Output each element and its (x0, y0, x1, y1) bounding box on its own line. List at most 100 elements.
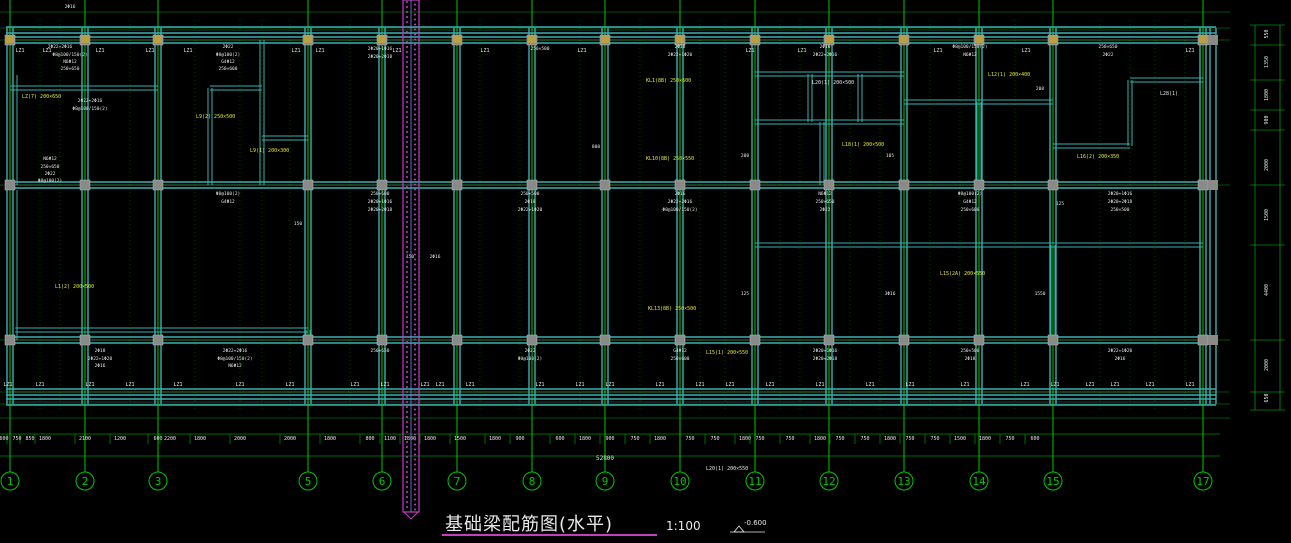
joint-dot (406, 451, 408, 453)
lz1-label-bottom: LZ1 (435, 382, 444, 388)
dimension-text-right: 900 (1264, 115, 1270, 124)
axis-bubble-label: 10 (673, 475, 686, 488)
joint-dot (406, 216, 408, 218)
column-top (601, 35, 609, 43)
joint-dot (406, 506, 408, 508)
lz1-label-top: LZ1 (1185, 48, 1194, 54)
joint-dot (414, 393, 416, 396)
beam-label: KL13(8B) 250×500 (648, 306, 696, 312)
joint-dot (414, 458, 416, 461)
dimension-text-right: 1500 (1264, 209, 1270, 221)
joint-dot (414, 233, 416, 236)
joint-dot (414, 373, 416, 376)
dimension-text-bottom: 750 (930, 436, 939, 442)
column-top (81, 35, 89, 43)
joint-dot (406, 251, 408, 253)
joint-dot (406, 341, 408, 343)
joint-dot (414, 213, 416, 216)
joint-dot (414, 498, 416, 501)
rebar-note: 250×650 (1099, 44, 1118, 50)
joint-dot (406, 286, 408, 288)
joint-dot (414, 98, 416, 101)
joint-dot (406, 31, 408, 33)
rebar-note: 250×650 (816, 199, 835, 205)
dimension-text-bottom: 1500 (454, 436, 466, 442)
joint-dot (414, 308, 416, 311)
beam-label: L28(1) (1160, 91, 1178, 97)
lz1-label-top: LZ1 (95, 48, 104, 54)
joint-dot (414, 53, 416, 56)
column (749, 179, 761, 191)
rebar-note: Φ8@100/150(2) (52, 52, 87, 58)
joint-dot (406, 111, 408, 113)
column (823, 179, 835, 191)
joint-dot (406, 231, 408, 233)
lz1-label-bottom: LZ1 (1145, 382, 1154, 388)
column (4, 334, 16, 346)
joint-dot (406, 106, 408, 108)
rebar-note: Φ8@100(2) (216, 52, 240, 58)
dimension-text-bottom: 600 (153, 436, 162, 442)
joint-dot (406, 366, 408, 368)
joint-dot (414, 178, 416, 181)
joint-dot (414, 33, 416, 36)
column-top (676, 35, 684, 43)
joint-dot (406, 91, 408, 93)
misc-dimension: 1550 (1035, 291, 1046, 297)
joint-dot (406, 76, 408, 78)
joint-dot (414, 153, 416, 156)
joint-dot (406, 176, 408, 178)
rebar-note: 2Φ20+1Φ16 (368, 199, 393, 205)
beam-label: L15(2A) 200×550 (940, 271, 985, 277)
lz1-label-bottom: LZ1 (605, 382, 614, 388)
rebar-note: 2Φ20+2Φ18 (813, 356, 838, 362)
lz1-label-top: LZ1 (145, 48, 154, 54)
rebar-note: 2Φ16 (95, 363, 106, 369)
joint-dot (406, 86, 408, 88)
joint-dot (414, 323, 416, 326)
joint-dot (414, 253, 416, 256)
foundation-beam-drawing: 600 750 850 1800 2100 1200 600 2200 1800 2000 2000… (0, 0, 1285, 533)
dimension-text-bottom: 1800 (489, 436, 501, 442)
dimension-text-bottom: 2000 (234, 436, 246, 442)
column-top (6, 35, 14, 43)
joint-dot (406, 26, 408, 28)
beam-label: LZ(7) 200×650 (22, 94, 61, 100)
dimension-text-right: 2000 (1264, 359, 1270, 371)
joint-dot (406, 411, 408, 413)
axis-bubble-label: 2 (82, 475, 89, 488)
joint-dot (406, 456, 408, 458)
beam-label: L20(1) 200×500 (812, 80, 854, 86)
beam-label: L1(2) 200×500 (55, 284, 94, 290)
lz1-label-bottom: LZ1 (3, 382, 12, 388)
rebar-note: 2Φ16 (65, 4, 76, 10)
column (152, 179, 164, 191)
joint-dot (406, 206, 408, 208)
joint-dot (406, 381, 408, 383)
dimension-text-bottom: 1800 (579, 436, 591, 442)
joint-dot (414, 43, 416, 46)
axis-bubble-label: 17 (1196, 475, 1209, 488)
elevation-symbol (733, 525, 745, 533)
joint-dot (406, 431, 408, 433)
joint-dot (414, 333, 416, 336)
rebar-note: 250×500 (1111, 207, 1130, 213)
joint-dot (414, 243, 416, 246)
lz1-label-bottom: LZ1 (1020, 382, 1029, 388)
dimension-text-bottom: 600 (555, 436, 564, 442)
rebar-note: 2Φ16 (1115, 356, 1126, 362)
joint-dot (406, 171, 408, 173)
joint-dot (406, 491, 408, 493)
joint-dot (414, 428, 416, 431)
rebar-note: 2Φ18 (675, 44, 686, 50)
column (526, 179, 538, 191)
joint-dot (414, 68, 416, 71)
joint-dot (414, 478, 416, 481)
joint-dot (406, 306, 408, 308)
joint-dot (414, 208, 416, 211)
joint-dot (406, 16, 408, 18)
joint-dot (406, 161, 408, 163)
lz1-label-bottom: LZ1 (655, 382, 664, 388)
joint-dot (406, 166, 408, 168)
joint-dot (414, 188, 416, 191)
